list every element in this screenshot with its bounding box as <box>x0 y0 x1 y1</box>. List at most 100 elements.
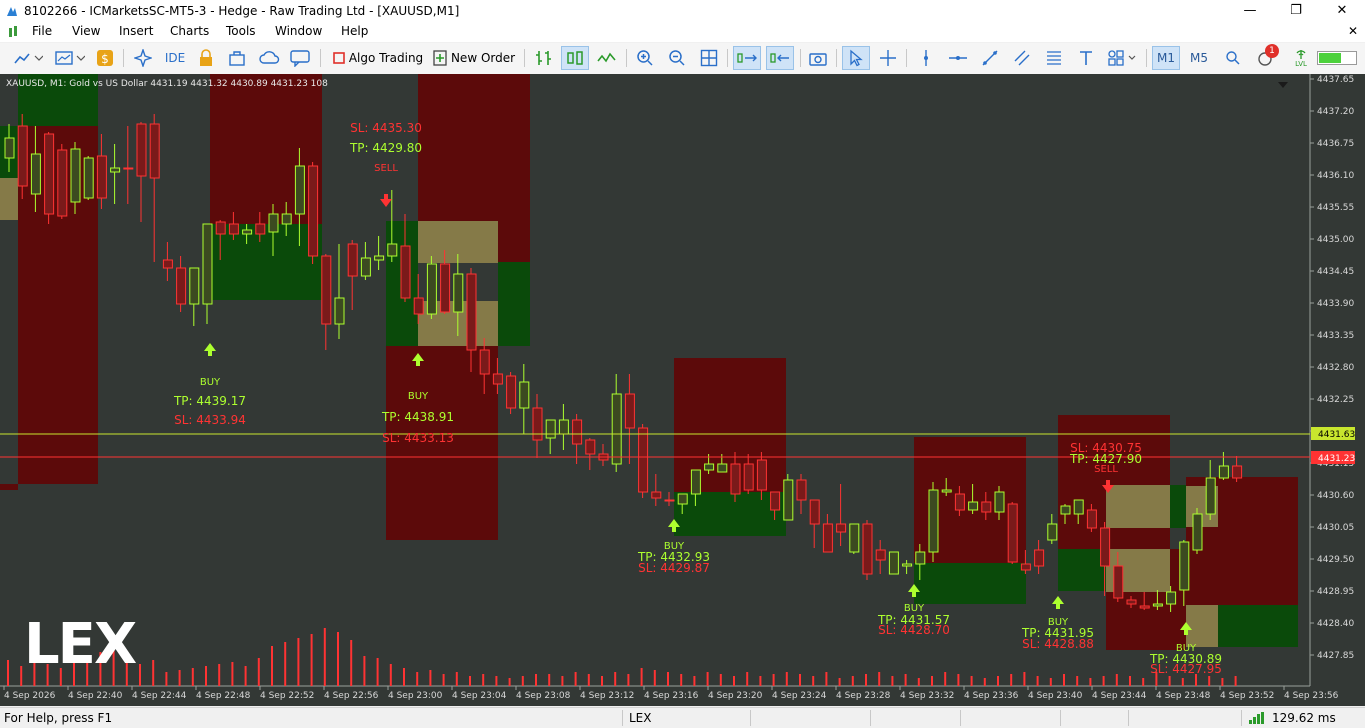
cursor-button[interactable] <box>842 46 870 70</box>
screenshot-button[interactable] <box>806 46 830 70</box>
bear-candle <box>1113 565 1124 599</box>
profile-name[interactable]: LEX <box>629 711 652 725</box>
toolbar-separator <box>727 49 728 67</box>
minimize-button[interactable]: — <box>1227 0 1273 22</box>
time-tick-label: 4 Sep 23:52 <box>1220 691 1274 701</box>
chart-canvas[interactable]: 4437.65 4437.20 4436.75 4436.10 4435.55 4435.… <box>0 74 1365 706</box>
signal-tp: TP: 4439.17 <box>173 394 246 408</box>
zoom-out-button[interactable] <box>665 46 689 70</box>
menu-file[interactable]: File <box>32 24 52 38</box>
restore-button[interactable]: ❐ <box>1273 0 1319 22</box>
search-button[interactable] <box>1222 46 1244 70</box>
trendline-button[interactable] <box>978 46 1002 70</box>
bull-candle <box>1179 541 1190 591</box>
price-tick-label: 4432.80 <box>1317 363 1354 373</box>
close-chart-icon[interactable]: ✕ <box>1348 24 1358 38</box>
bear-candle <box>347 243 358 277</box>
bull-candle <box>902 563 913 567</box>
zoom-in-icon <box>637 50 653 66</box>
signal-label: BUY <box>408 391 429 402</box>
grid-icon <box>700 49 718 67</box>
zone-khaki <box>0 178 18 220</box>
price-chart[interactable]: 4437.65 4437.20 4436.75 4436.10 4435.55 4435.… <box>0 74 1365 706</box>
bear-candle <box>770 491 781 511</box>
symbol-info: XAUUSD, M1: Gold vs US Dollar 4431.19 44… <box>6 79 328 89</box>
buy-arrow-icon <box>1052 596 1064 609</box>
zone-green <box>210 224 322 300</box>
ide-button[interactable]: IDE <box>161 46 189 70</box>
bull-candle <box>202 223 213 305</box>
horizontal-line-button[interactable] <box>946 46 970 70</box>
zoom-in-button[interactable] <box>633 46 657 70</box>
bull-candle <box>70 148 81 203</box>
bull-candle <box>558 419 569 435</box>
bear-candle <box>981 501 992 513</box>
templates-button[interactable] <box>50 46 90 70</box>
bear-candle <box>1139 605 1150 609</box>
vertical-line-button[interactable] <box>914 46 938 70</box>
bear-candle <box>1007 503 1018 563</box>
timeframe-m5-button[interactable]: M5 <box>1185 46 1213 70</box>
tile-windows-button[interactable] <box>697 46 721 70</box>
toolbar-separator <box>524 49 525 67</box>
signals-button[interactable] <box>132 46 154 70</box>
bear-candle <box>532 407 543 441</box>
status-divider <box>1060 710 1061 726</box>
cloud-icon <box>259 51 280 64</box>
notifications-button[interactable]: 1 <box>1252 44 1280 70</box>
bear-candle <box>123 167 134 170</box>
price-tick-label: 4435.00 <box>1317 235 1354 245</box>
chart-type-button[interactable] <box>8 46 48 70</box>
menu-view[interactable]: View <box>72 24 100 38</box>
bull-candle <box>30 153 41 195</box>
strategy-button[interactable] <box>226 46 248 70</box>
bear-candle <box>822 523 833 553</box>
line-mode-button[interactable] <box>595 46 619 70</box>
sparkle-icon <box>134 49 152 67</box>
menu-insert[interactable]: Insert <box>119 24 153 38</box>
signal-strength-button[interactable]: LVL <box>1290 46 1312 70</box>
bull-candle <box>1205 477 1216 515</box>
price-tick-label: 4427.85 <box>1317 651 1354 661</box>
bear-candle <box>149 123 160 179</box>
crosshair-button[interactable] <box>876 46 900 70</box>
zone-red <box>210 74 322 224</box>
signal-tp: TP: 4429.80 <box>349 141 422 155</box>
new-order-button[interactable]: New Order <box>432 46 516 70</box>
bar-chart-button[interactable] <box>532 46 556 70</box>
close-button[interactable]: ✕ <box>1319 0 1365 22</box>
fibonacci-button[interactable] <box>1042 46 1066 70</box>
autoscroll-button[interactable] <box>733 46 761 70</box>
timeframe-m1-button[interactable]: M1 <box>1152 46 1180 70</box>
shapes-button[interactable] <box>1104 46 1140 70</box>
lock-button[interactable] <box>195 46 217 70</box>
bull-candle <box>928 489 939 553</box>
menu-window[interactable]: Window <box>275 24 322 38</box>
ide-label: IDE <box>164 51 186 65</box>
channel-button[interactable] <box>1010 46 1034 70</box>
bull-candle <box>83 157 94 199</box>
bear-candle <box>624 393 635 429</box>
bull-candle <box>783 479 794 521</box>
signal-sl: SL: 4435.30 <box>350 121 422 135</box>
chart-window-icon[interactable] <box>8 26 20 38</box>
community-button[interactable] <box>288 46 312 70</box>
price-tick-label: 4436.10 <box>1317 171 1354 181</box>
bag-icon <box>229 51 245 66</box>
bull-candle <box>941 489 952 493</box>
vps-button[interactable] <box>258 46 282 70</box>
bear-candle <box>1232 465 1243 479</box>
trendline-icon <box>982 50 998 66</box>
status-bar: For Help, press F1 LEX 129.62 ms <box>0 707 1365 728</box>
algo-trading-button[interactable]: Algo Trading <box>330 46 426 70</box>
price-tick-label: 4430.60 <box>1317 491 1354 501</box>
menu-help[interactable]: Help <box>341 24 368 38</box>
menu-tools[interactable]: Tools <box>226 24 256 38</box>
one-click-trading-icon[interactable] <box>1278 82 1288 88</box>
text-button[interactable] <box>1074 46 1098 70</box>
candlestick-button[interactable] <box>561 46 589 70</box>
chart-shift-button[interactable] <box>766 46 794 70</box>
menu-charts[interactable]: Charts <box>170 24 209 38</box>
market-button[interactable]: $ <box>94 46 116 70</box>
price-axis: 4437.65 4437.20 4436.75 4436.10 4435.55 4435.… <box>1310 75 1354 661</box>
